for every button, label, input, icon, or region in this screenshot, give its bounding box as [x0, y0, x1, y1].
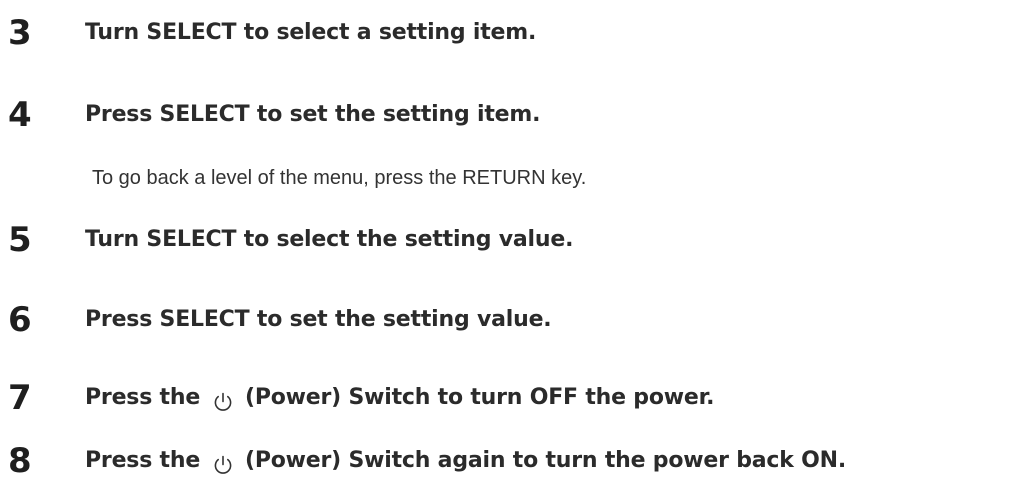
- step-text-after: (Power) Switch again to turn the power b…: [244, 448, 846, 473]
- step-text-before: Press the: [85, 448, 201, 473]
- power-icon: [212, 385, 234, 411]
- step-text-after: (Power) Switch to turn OFF the power.: [244, 385, 715, 410]
- step-7: 7 Press the (Power) Switch to turn OFF t…: [0, 376, 1022, 420]
- step-number: 4: [8, 95, 32, 135]
- step-note: To go back a level of the menu, press th…: [92, 167, 587, 189]
- step-8: 8 Press the (Power) Switch again to turn…: [0, 439, 1022, 483]
- step-text: Press the (Power) Switch again to turn t…: [85, 439, 846, 483]
- step-text: Turn SELECT to select the setting value.: [85, 227, 574, 252]
- step-4: 4 Press SELECT to set the setting item.: [0, 93, 1022, 137]
- step-number: 6: [8, 300, 32, 340]
- step-number: 5: [8, 220, 32, 260]
- step-number: 3: [8, 13, 32, 53]
- step-number: 8: [8, 441, 32, 481]
- power-icon: [212, 448, 234, 474]
- step-text: Turn SELECT to select a setting item.: [85, 20, 537, 45]
- step-text: Press the (Power) Switch to turn OFF the…: [85, 376, 714, 420]
- step-text: Press SELECT to set the setting item.: [85, 102, 541, 127]
- step-text: Press SELECT to set the setting value.: [85, 307, 552, 332]
- step-number: 7: [8, 378, 32, 418]
- step-5: 5 Turn SELECT to select the setting valu…: [0, 218, 1022, 262]
- step-6: 6 Press SELECT to set the setting value.: [0, 298, 1022, 342]
- step-text-before: Press the: [85, 385, 201, 410]
- step-3: 3 Turn SELECT to select a setting item.: [0, 11, 1022, 55]
